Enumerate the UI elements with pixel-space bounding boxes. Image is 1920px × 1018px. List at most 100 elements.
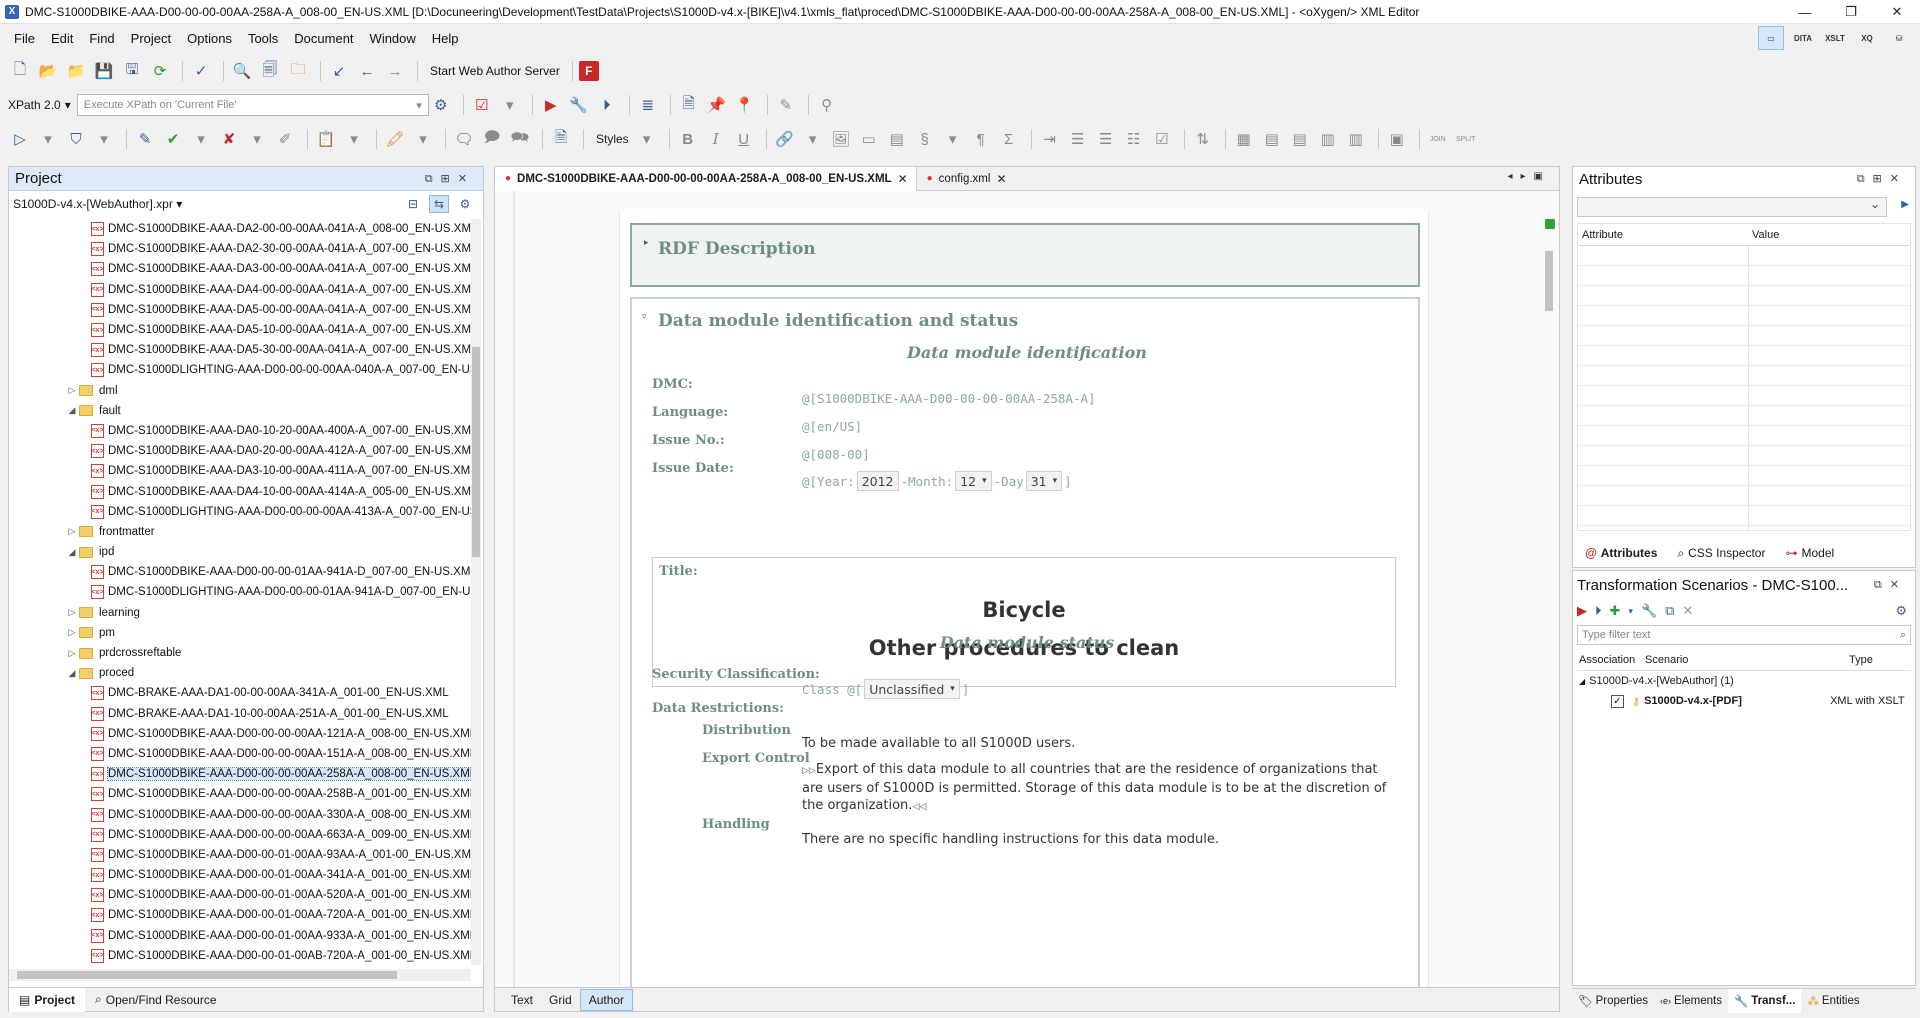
- expand-triangle-icon[interactable]: ▷: [65, 648, 79, 659]
- forward-icon[interactable]: →: [383, 59, 407, 83]
- paragraph-icon[interactable]: ¶: [969, 127, 993, 151]
- configure-transformation-icon[interactable]: 🔧: [567, 93, 591, 117]
- play-arrow-icon[interactable]: ▶: [1901, 199, 1909, 210]
- tree-file[interactable]: <x> DMC-S1000DBIKE-AAA-DA3-00-00-00AA-041…: [9, 259, 471, 279]
- tree-file[interactable]: <x> DMC-BRAKE-AAA-DA1-10-00-00AA-251A-A_0…: [9, 704, 471, 724]
- close-tab-icon[interactable]: ✕: [996, 172, 1006, 186]
- year-input[interactable]: 2012: [856, 471, 899, 491]
- month-select[interactable]: 12 ▾: [955, 471, 992, 491]
- association-checkbox[interactable]: ✓: [1611, 694, 1624, 708]
- definition-list-icon[interactable]: ☷: [1122, 127, 1146, 151]
- graphic-icon[interactable]: ▤: [885, 127, 909, 151]
- tab-grid[interactable]: Grid: [541, 989, 580, 1011]
- tab-transformation[interactable]: 🔧 Transf...: [1727, 988, 1802, 1013]
- tree-folder[interactable]: ▷ learning: [9, 603, 471, 623]
- project-selector[interactable]: S1000D-v4.x-[WebAuthor].xpr ▾: [13, 197, 182, 211]
- menu-edit[interactable]: Edit: [43, 31, 81, 46]
- close-tab-icon[interactable]: ✕: [898, 172, 908, 186]
- f-plugin-button[interactable]: F: [578, 61, 599, 81]
- scrollbar-thumb[interactable]: [472, 347, 480, 557]
- tree-folder[interactable]: ◢ ipd: [9, 542, 471, 562]
- expand-triangle-icon[interactable]: ▷: [65, 607, 79, 618]
- ordered-list-icon[interactable]: ☰: [1066, 127, 1090, 151]
- expand-triangle-icon[interactable]: ▷: [65, 385, 79, 396]
- menu-file[interactable]: File: [6, 31, 43, 46]
- checklist-icon[interactable]: ☑: [1150, 127, 1174, 151]
- table-icon[interactable]: ▦: [1232, 127, 1256, 151]
- duplicate-scenario-icon[interactable]: ⧉: [1665, 603, 1674, 619]
- panel-controls[interactable]: ⧉✕: [1874, 578, 1907, 592]
- dmc-value[interactable]: @[S1000DBIKE-AAA-D00-00-00-00AA-258A-A]: [802, 391, 1096, 406]
- tree-file[interactable]: <x> DMC-S1000DBIKE-AAA-D00-00-01-00AA-341…: [9, 865, 471, 885]
- save-icon[interactable]: 💾: [92, 59, 116, 83]
- insert-row-above-icon[interactable]: ▤: [1260, 127, 1284, 151]
- expand-triangle-icon[interactable]: ▸: [644, 237, 649, 248]
- link-icon[interactable]: 🔗: [773, 127, 797, 151]
- start-web-author-button[interactable]: Start Web Author Server: [430, 64, 560, 78]
- tree-file[interactable]: <x> DMC-S1000DBIKE-AAA-D00-00-01-00AB-720…: [9, 946, 471, 965]
- paste-icon[interactable]: 📋: [314, 127, 338, 151]
- tree-folder[interactable]: ▷ frontmatter: [9, 522, 471, 542]
- language-value[interactable]: @[en/US]: [802, 419, 862, 434]
- tree-file[interactable]: <x> DMC-S1000DBIKE-AAA-D00-00-00-01AA-941…: [9, 562, 471, 582]
- editor-tab-navigation[interactable]: ◂▸▣: [1508, 171, 1552, 182]
- maximize-icon[interactable]: ❐: [1828, 0, 1874, 24]
- chevron-down-icon[interactable]: ▾: [245, 127, 269, 151]
- styles-dropdown[interactable]: Styles: [596, 132, 629, 146]
- tree-file[interactable]: <x> DMC-S1000DBIKE-AAA-D00-00-00-00AA-121…: [9, 724, 471, 744]
- tree-file[interactable]: <x> DMC-S1000DBIKE-AAA-D00-00-00-00AA-258…: [9, 764, 471, 784]
- reload-icon[interactable]: ⟳: [148, 59, 172, 83]
- tree-file[interactable]: <x> DMC-S1000DLIGHTING-AAA-D00-00-00-00AA…: [9, 360, 471, 380]
- panel-controls[interactable]: ⧉⊞✕: [1857, 172, 1907, 186]
- pin-icon[interactable]: 📌: [705, 93, 729, 117]
- export-control-text[interactable]: ▷▷Export of this data module to all coun…: [802, 761, 1402, 816]
- tags-display-icon[interactable]: ▷: [8, 127, 32, 151]
- classification-select[interactable]: Unclassified ▾: [864, 679, 960, 699]
- menu-project[interactable]: Project: [123, 31, 179, 46]
- menu-options[interactable]: Options: [179, 31, 240, 46]
- remove-scenario-icon[interactable]: ✕: [1682, 603, 1693, 619]
- find-icon[interactable]: 🔍: [230, 59, 254, 83]
- editor-scrollbar[interactable]: [1543, 215, 1555, 987]
- menu-window[interactable]: Window: [362, 31, 424, 46]
- last-edit-icon[interactable]: ↙: [327, 59, 351, 83]
- edit-icon[interactable]: ✎: [774, 93, 798, 117]
- tree-file[interactable]: <x> DMC-S1000DBIKE-AAA-DA5-10-00-00AA-041…: [9, 320, 471, 340]
- scenario-filter-input[interactable]: Type filter text ⌕: [1577, 625, 1911, 645]
- tree-file[interactable]: <x> DMC-BRAKE-AAA-DA1-00-00-00AA-341A-A_0…: [9, 683, 471, 703]
- document-icon[interactable]: 🗎: [677, 93, 701, 117]
- tree-file[interactable]: <x> DMC-S1000DBIKE-AAA-DA3-10-00-00AA-411…: [9, 461, 471, 481]
- settings-gear-icon[interactable]: ⚙: [1895, 603, 1907, 619]
- tree-folder[interactable]: ▷ prdcrossreftable: [9, 643, 471, 663]
- edit-comment-icon[interactable]: 🗩: [480, 127, 504, 151]
- attribute-name-combo[interactable]: [1577, 197, 1887, 217]
- sort-icon[interactable]: ⇅: [1191, 127, 1215, 151]
- media-icon[interactable]: ▭: [857, 127, 881, 151]
- scenario-row[interactable]: ✓ ⚷ S1000D-v4.x-[PDF] XML with XSLT: [1573, 691, 1915, 711]
- link-with-editor-icon[interactable]: ⇆: [429, 195, 449, 213]
- css-icon[interactable]: 🗎: [549, 127, 573, 151]
- apply-associated-icon[interactable]: ⏵: [1595, 603, 1602, 619]
- collapse-triangle-icon[interactable]: ◢: [1579, 677, 1585, 686]
- tab-project[interactable]: ▤ Project: [9, 987, 86, 1012]
- table-properties-icon[interactable]: ▣: [1385, 127, 1409, 151]
- chevron-down-icon[interactable]: ▾: [1628, 606, 1633, 617]
- day-select[interactable]: 31 ▾: [1025, 471, 1063, 491]
- tree-folder[interactable]: ▷ pm: [9, 623, 471, 643]
- image-icon[interactable]: 🖼: [829, 127, 853, 151]
- scenario-group-row[interactable]: ◢ S1000D-v4.x-[WebAuthor] (1): [1573, 671, 1915, 691]
- join-cells-icon[interactable]: JOIN: [1426, 127, 1450, 151]
- chevron-down-icon[interactable]: ▾: [498, 93, 522, 117]
- tab-properties[interactable]: 🏷 Properties: [1572, 989, 1654, 1013]
- chevron-down-icon[interactable]: ▾: [342, 127, 366, 151]
- section-icon[interactable]: §: [913, 127, 937, 151]
- attributes-rows[interactable]: [1578, 246, 1910, 530]
- tree-file[interactable]: <x> DMC-S1000DBIKE-AAA-DA5-30-00-00AA-041…: [9, 340, 471, 360]
- tab-entities[interactable]: ⁂ Entities: [1801, 989, 1865, 1013]
- collapse-triangle-icon[interactable]: ◢: [65, 668, 79, 679]
- editor-perspective-icon[interactable]: ▭: [1758, 26, 1784, 50]
- back-icon[interactable]: ←: [355, 59, 379, 83]
- xslt-perspective-icon[interactable]: XSLT: [1822, 26, 1848, 50]
- database-perspective-icon[interactable]: ⛁: [1886, 26, 1912, 50]
- tree-file[interactable]: <x> DMC-S1000DBIKE-AAA-D00-00-01-00AA-93A…: [9, 845, 471, 865]
